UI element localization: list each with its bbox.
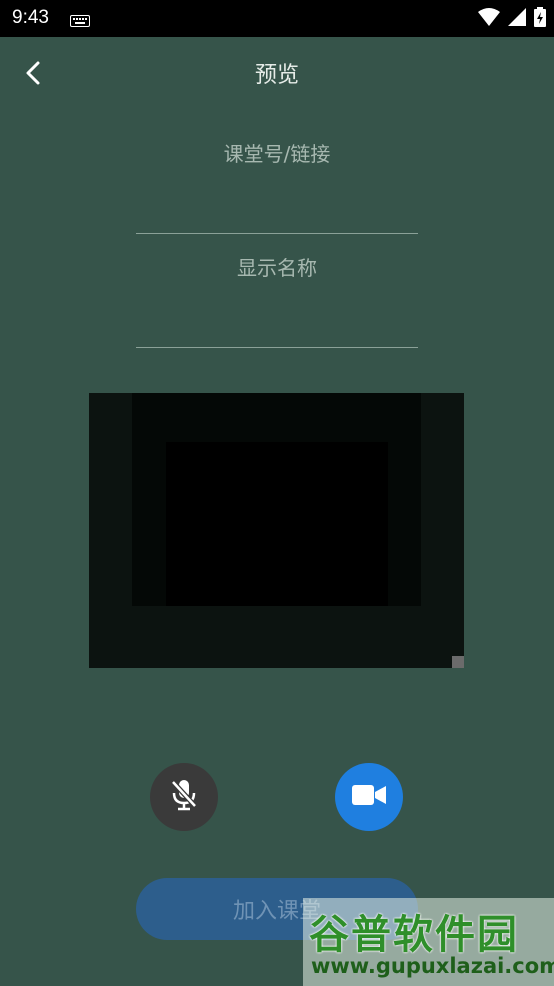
- status-time: 9:43: [12, 7, 49, 28]
- resize-handle-icon: [452, 656, 464, 668]
- battery-icon: [534, 7, 546, 31]
- room-number-underline: [136, 233, 418, 234]
- video-camera-icon: [351, 783, 387, 811]
- display-name-field[interactable]: 显示名称: [136, 252, 418, 348]
- display-name-underline: [136, 347, 418, 348]
- keyboard-icon: [70, 12, 90, 31]
- room-number-field[interactable]: 课堂号/链接: [136, 138, 418, 234]
- watermark-brand: 谷普软件园: [309, 912, 519, 958]
- mic-muted-icon: [169, 778, 199, 816]
- watermark-url: www.gupuxlazai.com: [311, 954, 554, 978]
- app-header: 预览: [0, 37, 554, 105]
- camera-toggle-button[interactable]: [335, 763, 403, 831]
- status-bar: 9:43: [0, 0, 554, 37]
- page-title: 预览: [254, 63, 299, 88]
- preview-video: [166, 442, 388, 606]
- watermark: 谷普软件园 www.gupuxlazai.com: [303, 898, 554, 986]
- wifi-icon: [478, 8, 500, 30]
- mic-toggle-button[interactable]: [150, 763, 218, 831]
- camera-preview: [89, 393, 464, 668]
- signal-icon: [508, 8, 526, 30]
